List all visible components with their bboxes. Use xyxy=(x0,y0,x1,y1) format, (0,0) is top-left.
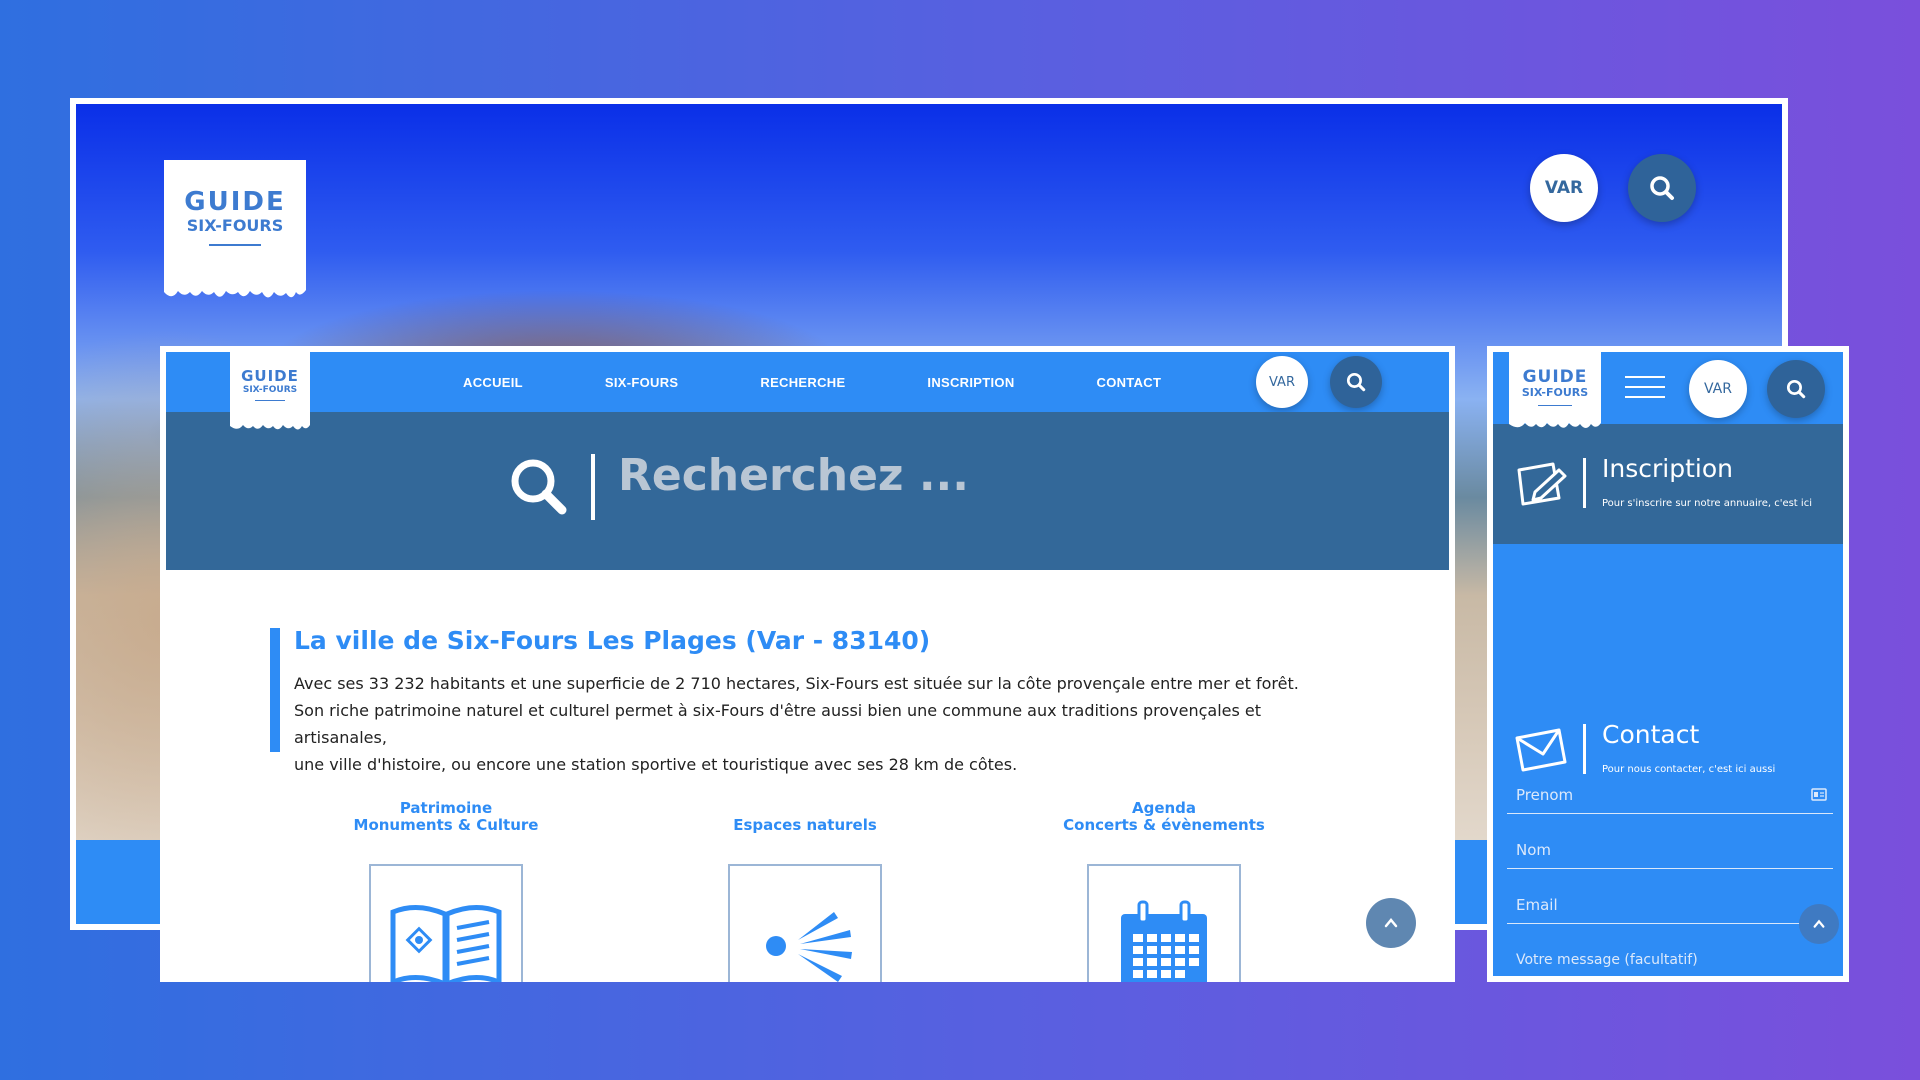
logo-rule xyxy=(209,244,261,246)
nav-item-accueil[interactable]: ACCUEIL xyxy=(463,375,523,390)
category-agenda-title[interactable]: Agenda Concerts & évènements xyxy=(1044,800,1284,834)
search-icon xyxy=(1650,176,1674,200)
mobile-scroll-to-top-button[interactable] xyxy=(1799,904,1839,944)
logo[interactable]: GUIDE SIX-FOURS xyxy=(164,160,306,298)
nav-item-inscription[interactable]: INSCRIPTION xyxy=(927,375,1014,390)
search-button[interactable] xyxy=(1628,154,1696,222)
inscription-panel[interactable]: Inscription Pour s'inscrire sur notre an… xyxy=(1493,424,1843,544)
intro-text: Avec ses 33 232 habitants et une superfi… xyxy=(294,670,1324,778)
category-agenda-card[interactable] xyxy=(1087,864,1241,982)
intro-line: une ville d'histoire, ou encore une stat… xyxy=(294,755,1018,774)
edit-icon xyxy=(1517,462,1567,506)
category-line2: Monuments & Culture xyxy=(353,816,539,834)
inscription-title: Inscription xyxy=(1602,454,1733,483)
message-field[interactable]: Votre message (facultatif) xyxy=(1507,942,1833,976)
email-field[interactable]: Email xyxy=(1507,886,1833,924)
search-band: Recherchez ... xyxy=(166,412,1449,570)
var-button[interactable]: VAR xyxy=(1530,154,1598,222)
mobile-logo-line2: SIX-FOURS xyxy=(1521,386,1589,399)
intro-title: La ville de Six-Fours Les Plages (Var - … xyxy=(294,626,931,655)
mobile-logo-rule xyxy=(1538,405,1572,406)
mobile-search-button[interactable] xyxy=(1767,360,1825,418)
inscription-divider xyxy=(1583,458,1586,508)
nav-item-contact[interactable]: CONTACT xyxy=(1097,375,1162,390)
scroll-to-top-button[interactable] xyxy=(1366,898,1416,948)
nav-search-button[interactable] xyxy=(1330,356,1382,408)
search-icon xyxy=(511,459,567,515)
contact-card-icon xyxy=(1811,788,1827,801)
category-espaces-card[interactable] xyxy=(728,864,882,982)
category-patrimoine-title[interactable]: Patrimoine Monuments & Culture xyxy=(326,800,566,834)
logo-drip-shape xyxy=(164,286,306,298)
main-navbar: GUIDE SIX-FOURS ACCUEIL SIX-FOURS RECHER… xyxy=(166,352,1449,430)
hamburger-bar xyxy=(1625,376,1665,378)
nav-menu: ACCUEIL SIX-FOURS RECHERCHE INSCRIPTION … xyxy=(463,352,1243,412)
nav-logo-line2: SIX-FOURS xyxy=(242,385,298,395)
contact-subtitle: Pour nous contacter, c'est ici aussi xyxy=(1602,764,1776,775)
category-line1: Agenda xyxy=(1131,799,1197,817)
search-icon xyxy=(1346,372,1366,392)
category-line2: Espaces naturels xyxy=(733,816,877,834)
mobile-logo-line1: GUIDE xyxy=(1522,367,1588,387)
logo-line1: GUIDE xyxy=(184,187,286,217)
search-input[interactable]: Recherchez ... xyxy=(618,450,969,501)
nav-logo-drip-shape xyxy=(230,422,310,430)
mobile-logo[interactable]: GUIDE SIX-FOURS xyxy=(1509,352,1601,428)
mobile-var-button[interactable]: VAR xyxy=(1689,360,1747,418)
intro-line: Son riche patrimoine naturel et culturel… xyxy=(294,701,1262,747)
search-icon xyxy=(1786,379,1806,399)
nom-field[interactable]: Nom xyxy=(1507,831,1833,869)
category-patrimoine-card[interactable] xyxy=(369,864,523,982)
contact-divider xyxy=(1583,724,1586,774)
mobile-page: GUIDE SIX-FOURS VAR Inscription Pour s'i… xyxy=(1493,352,1843,976)
category-line1 xyxy=(685,800,925,817)
sun-icon xyxy=(766,912,852,982)
logo-line2: SIX-FOURS xyxy=(186,216,284,235)
envelope-icon xyxy=(1515,728,1567,772)
hamburger-bar xyxy=(1625,386,1665,388)
email-placeholder: Email xyxy=(1516,896,1558,914)
inscription-subtitle: Pour s'inscrire sur notre annuaire, c'es… xyxy=(1602,498,1812,509)
nom-placeholder: Nom xyxy=(1516,841,1552,859)
prenom-placeholder: Prenom xyxy=(1516,786,1574,804)
message-placeholder: Votre message (facultatif) xyxy=(1516,952,1698,968)
chevron-up-icon xyxy=(1813,919,1825,928)
intro-line: Avec ses 33 232 habitants et une superfi… xyxy=(294,674,1299,693)
main-content: La ville de Six-Fours Les Plages (Var - … xyxy=(166,570,1449,982)
category-line2: Concerts & évènements xyxy=(1063,816,1265,834)
category-line1: Patrimoine xyxy=(399,799,493,817)
intro-accent-bar xyxy=(270,628,280,752)
prenom-field[interactable]: Prenom xyxy=(1507,776,1833,814)
nav-item-six-fours[interactable]: SIX-FOURS xyxy=(605,375,678,390)
contact-title: Contact xyxy=(1602,720,1700,749)
mobile-page-window: GUIDE SIX-FOURS VAR Inscription Pour s'i… xyxy=(1487,346,1849,982)
mobile-logo-drip-shape xyxy=(1509,420,1601,428)
calendar-icon xyxy=(1121,900,1207,982)
nav-item-recherche[interactable]: RECHERCHE xyxy=(760,375,845,390)
category-espaces-title[interactable]: Espaces naturels xyxy=(685,800,925,834)
hamburger-menu-button[interactable] xyxy=(1625,376,1665,400)
chevron-up-icon xyxy=(1384,918,1398,928)
search-divider xyxy=(591,454,595,520)
mobile-header: GUIDE SIX-FOURS VAR xyxy=(1493,352,1843,428)
desktop-page-window: GUIDE SIX-FOURS ACCUEIL SIX-FOURS RECHER… xyxy=(160,346,1455,982)
nav-var-button[interactable]: VAR xyxy=(1256,356,1308,408)
nav-logo-line1: GUIDE xyxy=(241,367,299,385)
hamburger-bar xyxy=(1625,396,1665,398)
nav-logo-rule xyxy=(255,400,285,401)
nav-logo[interactable]: GUIDE SIX-FOURS xyxy=(230,352,310,430)
book-icon xyxy=(390,905,502,982)
